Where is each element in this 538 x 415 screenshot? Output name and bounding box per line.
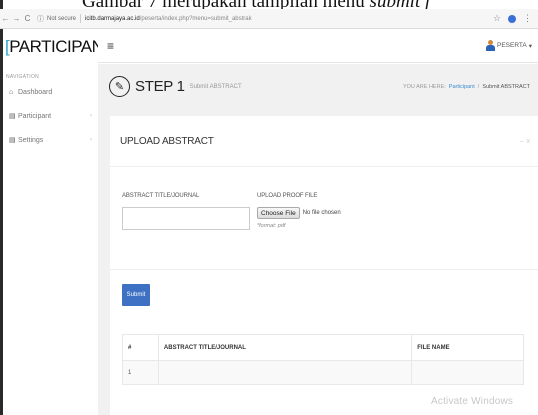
pencil-icon: ✎ — [109, 76, 130, 97]
page-subtitle: Submit ABSTRACT — [189, 83, 242, 90]
sidebar: NAVIGATION ⌂ Dashboard ▤ Participant ‹ ▤… — [3, 63, 98, 415]
file-format-hint: *format: pdf — [257, 223, 286, 229]
sidebar-item-label: Dashboard — [18, 88, 53, 96]
forward-button[interactable]: → — [11, 14, 22, 23]
sidebar-item-settings[interactable]: ▤ Settings ‹ — [3, 128, 98, 152]
top-header: ≡ PESERTA ▾ — [98, 29, 538, 63]
breadcrumb: YOU ARE HERE: Participant / Submit ABSTR… — [403, 84, 530, 90]
table-header-row: # ABSTRACT TITLE/JOURNAL FILE NAME — [122, 334, 524, 361]
bookmark-star-icon[interactable]: ☆ — [493, 13, 501, 24]
choose-file-button[interactable]: Choose File — [257, 207, 300, 219]
user-avatar-icon — [485, 40, 495, 51]
abstract-title-input[interactable] — [122, 207, 250, 230]
url-divider — [80, 14, 82, 23]
file-status-text: No file chosen — [302, 210, 341, 216]
upload-abstract-panel: UPLOAD ABSTRACT – x ABSTRACT TITLE/JOURN… — [110, 116, 538, 415]
abstract-table: # ABSTRACT TITLE/JOURNAL FILE NAME 1 — [122, 334, 524, 385]
back-button[interactable]: ← — [0, 14, 11, 23]
url-path: /peserta/index.php?menu=submit_abstrak — [139, 15, 252, 22]
chevron-down-icon: ▾ — [528, 42, 532, 50]
form-divider — [110, 269, 538, 270]
brand-logo[interactable]: [PARTICIPANT] — [5, 33, 118, 61]
main-content: ✎ STEP 1 Submit ABSTRACT YOU ARE HERE: P… — [98, 64, 538, 415]
column-header-number: # — [122, 334, 159, 361]
chevron-left-icon: ‹ — [90, 113, 92, 119]
browser-menu-icon[interactable]: ⋮ — [523, 13, 532, 24]
document-icon: ▤ — [9, 137, 16, 144]
table-cell-number: 1 — [122, 360, 159, 385]
user-menu[interactable]: PESERTA ▾ — [485, 40, 532, 51]
upload-proof-label: UPLOAD PROOF FILE — [257, 193, 318, 199]
table-row: 1 — [122, 360, 524, 385]
column-header-filename: FILE NAME — [411, 334, 524, 361]
reload-button[interactable]: C — [22, 14, 33, 23]
document-icon: ▤ — [9, 113, 16, 120]
extension-icon[interactable] — [508, 14, 516, 23]
panel-header: UPLOAD ABSTRACT – x — [110, 116, 538, 167]
page-header: ✎ STEP 1 Submit ABSTRACT YOU ARE HERE: P… — [98, 64, 538, 109]
breadcrumb-current: Submit ABSTRACT — [482, 83, 530, 90]
security-label: Not secure — [47, 15, 77, 22]
page-title: STEP 1 — [135, 78, 185, 95]
sidebar-item-participant[interactable]: ▤ Participant ‹ — [3, 104, 98, 128]
sidebar-item-label: Participant — [18, 112, 52, 120]
user-label: PESERTA — [496, 42, 527, 49]
collapse-icon[interactable]: – — [520, 138, 524, 145]
breadcrumb-link-participant[interactable]: Participant — [449, 84, 475, 90]
url-field[interactable]: ⓘ Not secure icitb.darmajaya.ac.id /pese… — [37, 12, 252, 26]
upload-form: ABSTRACT TITLE/JOURNAL UPLOAD PROOF FILE… — [110, 193, 538, 263]
activate-windows-watermark: Activate Windows — [431, 396, 514, 407]
table-cell-title — [157, 360, 413, 385]
submit-button[interactable]: Submit — [122, 284, 150, 306]
info-icon[interactable]: ⓘ — [37, 14, 44, 24]
breadcrumb-separator: / — [477, 83, 480, 90]
column-header-title: ABSTRACT TITLE/JOURNAL — [157, 334, 413, 361]
panel-title: UPLOAD ABSTRACT — [120, 135, 214, 147]
sidebar-item-dashboard[interactable]: ⌂ Dashboard — [3, 80, 98, 104]
sidebar-item-label: Settings — [18, 136, 44, 144]
chevron-left-icon: ‹ — [90, 137, 92, 143]
home-icon: ⌂ — [9, 88, 14, 96]
abstract-title-label: ABSTRACT TITLE/JOURNAL — [122, 193, 200, 199]
browser-address-bar: ← → C ⓘ Not secure icitb.darmajaya.ac.id… — [0, 9, 538, 29]
close-icon[interactable]: x — [527, 138, 531, 145]
table-cell-filename — [411, 360, 524, 385]
hamburger-menu-icon[interactable]: ≡ — [107, 39, 114, 53]
breadcrumb-prefix: YOU ARE HERE: — [402, 83, 446, 90]
url-host: icitb.darmajaya.ac.id — [85, 15, 140, 22]
